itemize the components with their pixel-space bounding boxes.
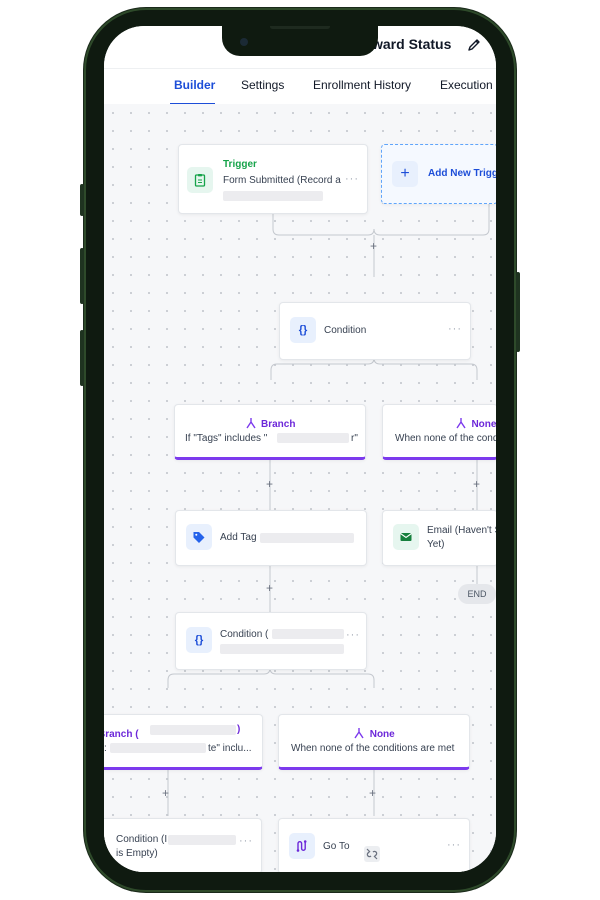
- branch-node[interactable]: Branch If "Tags" includes " r": [174, 404, 366, 460]
- branch-text-tail: r": [351, 433, 358, 444]
- branch-heading: Branch: [261, 419, 296, 430]
- redacted-text: [260, 533, 354, 543]
- redacted-text: [272, 629, 344, 639]
- condition-line2: is Empty): [116, 848, 158, 859]
- more-icon[interactable]: ···: [346, 629, 360, 641]
- condition-node[interactable]: Condition (I is Empty) ···: [104, 818, 262, 872]
- mute-switch: [80, 184, 84, 216]
- condition-node[interactable]: {} Condition ···: [279, 302, 471, 360]
- branch-text-tail: te" inclu...: [208, 743, 252, 754]
- add-new-trigger-button[interactable]: + Add New Trigge: [381, 144, 496, 204]
- go-to-icon: [289, 833, 315, 859]
- none-branch-node[interactable]: None When none of the conditions are met: [278, 714, 470, 770]
- add-step-plus-icon[interactable]: +: [473, 478, 480, 490]
- tab-enrollment-history[interactable]: Enrollment History: [313, 78, 411, 92]
- go-to-node[interactable]: Go To ···: [278, 818, 470, 872]
- more-icon[interactable]: ···: [345, 173, 359, 185]
- none-branch-node[interactable]: None When none of the cond: [382, 404, 496, 460]
- redacted-text: [110, 743, 206, 753]
- power-button: [516, 272, 520, 352]
- none-text: When none of the cond: [395, 433, 496, 444]
- add-step-plus-icon[interactable]: +: [266, 582, 273, 594]
- trigger-text: Form Submitted (Record a: [223, 175, 341, 186]
- add-step-plus-icon[interactable]: +: [162, 787, 169, 799]
- go-to-label: Go To: [323, 841, 350, 852]
- branch-heading-tail: ): [237, 724, 241, 735]
- branch-icon: [245, 418, 256, 429]
- braces-icon: {}: [186, 627, 212, 653]
- add-step-plus-icon[interactable]: +: [369, 787, 376, 799]
- branch-heading: Branch (: [104, 729, 139, 740]
- trigger-type: Trigger: [223, 159, 257, 170]
- form-icon: [187, 167, 213, 193]
- none-heading: None: [471, 419, 496, 430]
- add-tag-node[interactable]: Add Tag: [175, 510, 367, 566]
- none-heading: None: [369, 729, 395, 740]
- braces-icon: {}: [290, 317, 316, 343]
- condition-label: Condition: [324, 325, 367, 336]
- condition-node[interactable]: {} Condition ( ···: [175, 612, 367, 670]
- phone-screen: ward Status Builder Settings Enrollment …: [104, 26, 496, 872]
- add-step-plus-icon[interactable]: +: [266, 478, 273, 490]
- plus-icon: +: [392, 161, 418, 187]
- end-badge: END: [458, 584, 496, 604]
- redacted-text: [223, 191, 323, 201]
- branch-icon: [354, 728, 364, 739]
- branch-icon: [456, 418, 466, 429]
- email-line1: Email (Haven't S: [427, 525, 496, 536]
- more-icon[interactable]: ···: [448, 323, 462, 335]
- notch: [222, 26, 378, 56]
- add-trigger-label: Add New Trigge: [428, 168, 496, 179]
- pencil-icon[interactable]: [466, 37, 482, 53]
- condition-line1: Condition (I: [116, 834, 168, 845]
- none-text: When none of the conditions are met: [291, 743, 455, 754]
- redacted-text: [150, 725, 236, 735]
- branch-node[interactable]: Branch ( ) : te" inclu...: [104, 714, 263, 770]
- email-node[interactable]: Email (Haven't S Yet): [382, 510, 496, 566]
- trigger-node[interactable]: Trigger Form Submitted (Record a ···: [178, 144, 368, 214]
- volume-down-button: [80, 330, 84, 386]
- add-tag-label: Add Tag: [220, 532, 257, 543]
- email-line2: Yet): [427, 539, 445, 550]
- tab-execution[interactable]: Execution: [440, 78, 493, 92]
- redacted-text: [277, 433, 349, 443]
- more-icon[interactable]: ···: [447, 839, 461, 851]
- tab-builder[interactable]: Builder: [174, 78, 215, 92]
- redacted-text: [220, 644, 344, 654]
- tag-icon: [186, 524, 212, 550]
- add-step-plus-icon[interactable]: +: [370, 240, 377, 252]
- workflow-title: ward Status: [372, 36, 452, 52]
- volume-up-button: [80, 248, 84, 304]
- branch-text: If "Tags" includes ": [185, 433, 268, 444]
- tab-settings[interactable]: Settings: [241, 78, 284, 92]
- more-icon[interactable]: ···: [239, 835, 253, 847]
- tab-bar: Builder Settings Enrollment History Exec…: [104, 68, 496, 106]
- workflow-canvas[interactable]: Trigger Form Submitted (Record a ··· + A…: [104, 104, 496, 872]
- email-icon: [393, 524, 419, 550]
- redacted-text: [168, 835, 236, 845]
- broken-link-icon[interactable]: [364, 846, 380, 862]
- condition-label: Condition (: [220, 629, 269, 640]
